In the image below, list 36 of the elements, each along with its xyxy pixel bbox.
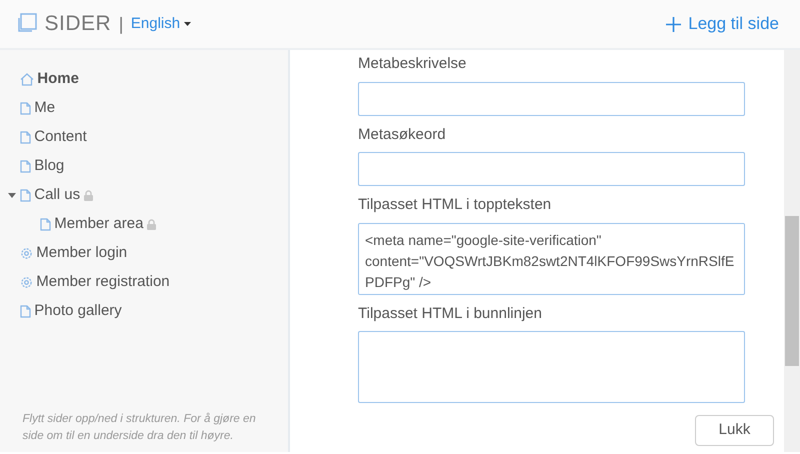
page-icon bbox=[20, 189, 30, 202]
gear-icon bbox=[20, 276, 32, 289]
separator: | bbox=[118, 12, 124, 36]
page-icon bbox=[20, 160, 30, 173]
app-title: SIDER bbox=[44, 11, 112, 38]
page-item[interactable]: Member login bbox=[8, 239, 288, 268]
page-icon bbox=[20, 131, 30, 144]
page-item[interactable]: Content bbox=[8, 123, 288, 152]
home-icon bbox=[20, 73, 34, 86]
field-label: Tilpasset HTML i bunnlinjen bbox=[358, 304, 543, 324]
scrollbar[interactable] bbox=[784, 50, 800, 452]
gear-icon bbox=[20, 247, 32, 260]
page-item[interactable]: Blog bbox=[8, 152, 288, 181]
text-field[interactable] bbox=[358, 82, 745, 116]
page-item[interactable]: Photo gallery bbox=[8, 297, 288, 326]
sidebar-hint: Flytt sider opp/ned i strukturen. For å gjøre en side om til en underside dra den til høyre. bbox=[22, 412, 257, 444]
expand-caret-icon[interactable] bbox=[8, 193, 16, 198]
page-item[interactable]: Member area bbox=[8, 210, 288, 239]
page-item[interactable]: Call us bbox=[8, 181, 288, 210]
page-icon bbox=[40, 218, 50, 231]
caret-icon bbox=[184, 22, 191, 26]
html-textarea[interactable]: <meta name="google-site-verification" content="VOQSWrtJBKm82swt2NT4lKFOF99SwsYrnRSlfEPDFPg" /> bbox=[358, 222, 745, 294]
page-icon bbox=[20, 305, 30, 318]
lock-icon bbox=[84, 190, 93, 201]
page-item[interactable]: Me bbox=[8, 94, 288, 123]
page-item[interactable]: Home bbox=[8, 65, 288, 94]
field-label: Metasøkeord bbox=[358, 124, 447, 144]
page-icon bbox=[20, 102, 30, 115]
html-textarea[interactable] bbox=[358, 331, 745, 403]
close-button[interactable]: Lukk bbox=[695, 415, 774, 446]
field-label: Tilpasset HTML i toppteksten bbox=[358, 195, 552, 215]
page-item[interactable]: Member registration bbox=[8, 268, 288, 297]
text-field[interactable] bbox=[358, 152, 745, 186]
plus-icon bbox=[666, 16, 681, 32]
field-label: Metabeskrivelse bbox=[358, 54, 468, 74]
lock-icon bbox=[147, 219, 156, 230]
